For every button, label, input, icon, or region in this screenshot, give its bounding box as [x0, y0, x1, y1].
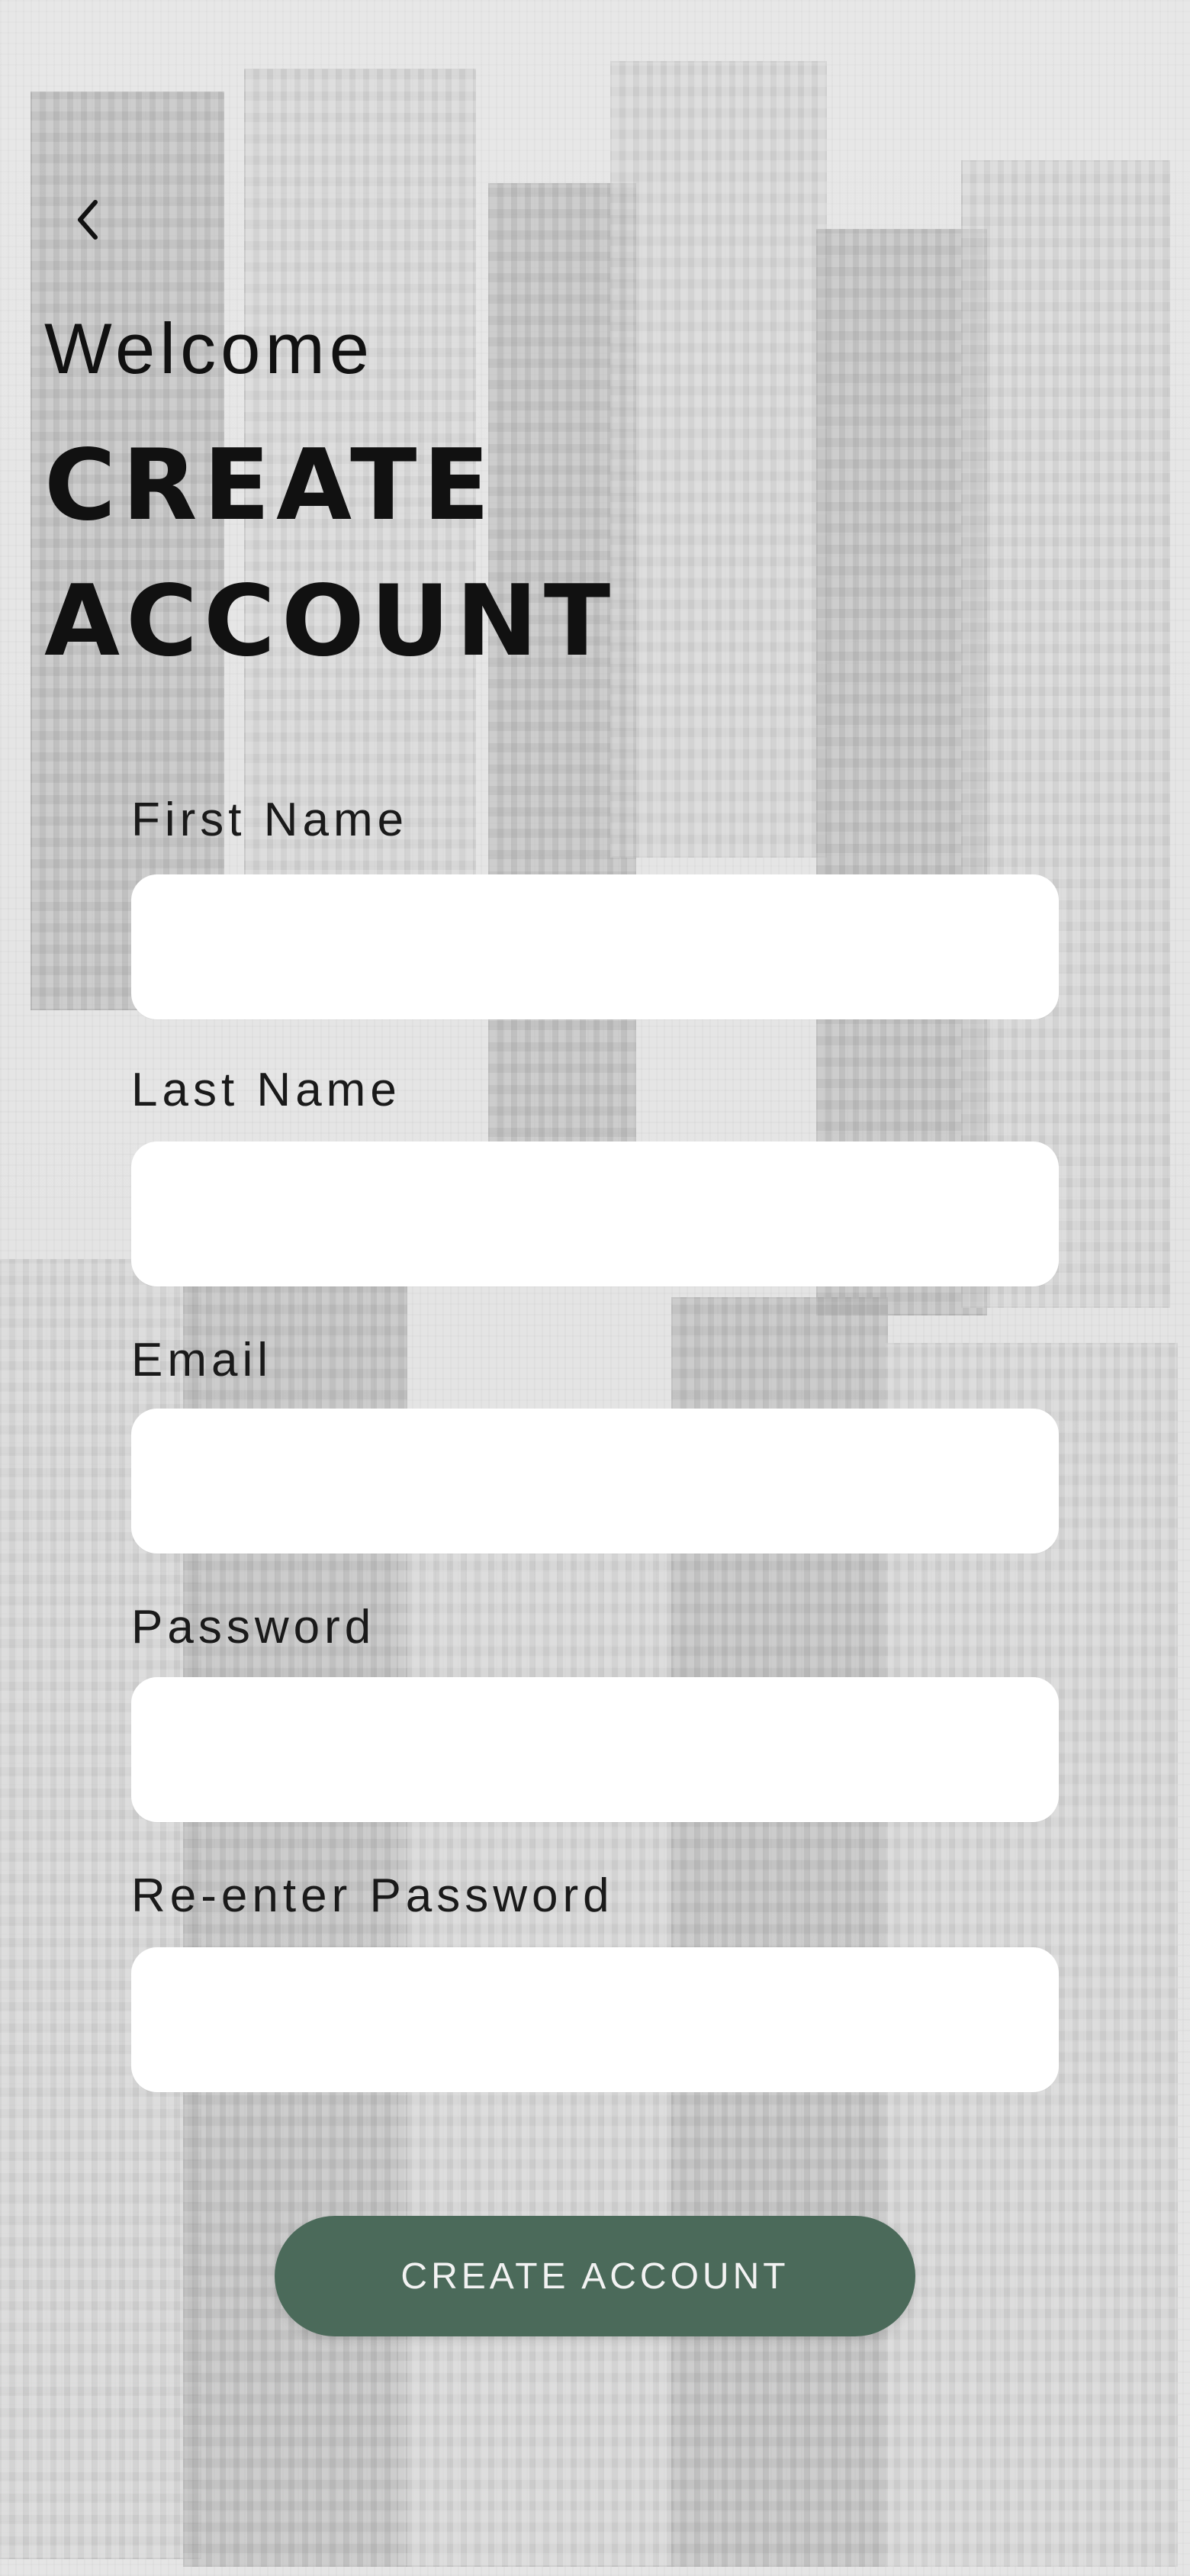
- back-button[interactable]: [64, 191, 110, 252]
- password-input[interactable]: [131, 1677, 1059, 1822]
- page-title-text: CREATE ACCOUNT: [44, 429, 617, 678]
- first-name-label: First Name: [131, 794, 409, 846]
- create-account-button-label: CREATE ACCOUNT: [400, 2256, 790, 2297]
- reenter-password-label: Re-enter Password: [131, 1869, 614, 1922]
- create-account-screen: Welcome CREATE ACCOUNT First Name Last N…: [0, 0, 1190, 2576]
- reenter-password-input[interactable]: [131, 1947, 1059, 2092]
- email-label: Email: [131, 1334, 273, 1386]
- email-input[interactable]: [131, 1409, 1059, 1554]
- page-title: CREATE ACCOUNT: [44, 418, 731, 690]
- password-label: Password: [131, 1601, 376, 1653]
- first-name-input[interactable]: [131, 874, 1059, 1019]
- create-account-button[interactable]: CREATE ACCOUNT: [275, 2216, 915, 2336]
- chevron-left-icon: [74, 198, 100, 245]
- welcome-heading: Welcome: [44, 308, 375, 388]
- last-name-label: Last Name: [131, 1064, 401, 1116]
- last-name-input[interactable]: [131, 1141, 1059, 1286]
